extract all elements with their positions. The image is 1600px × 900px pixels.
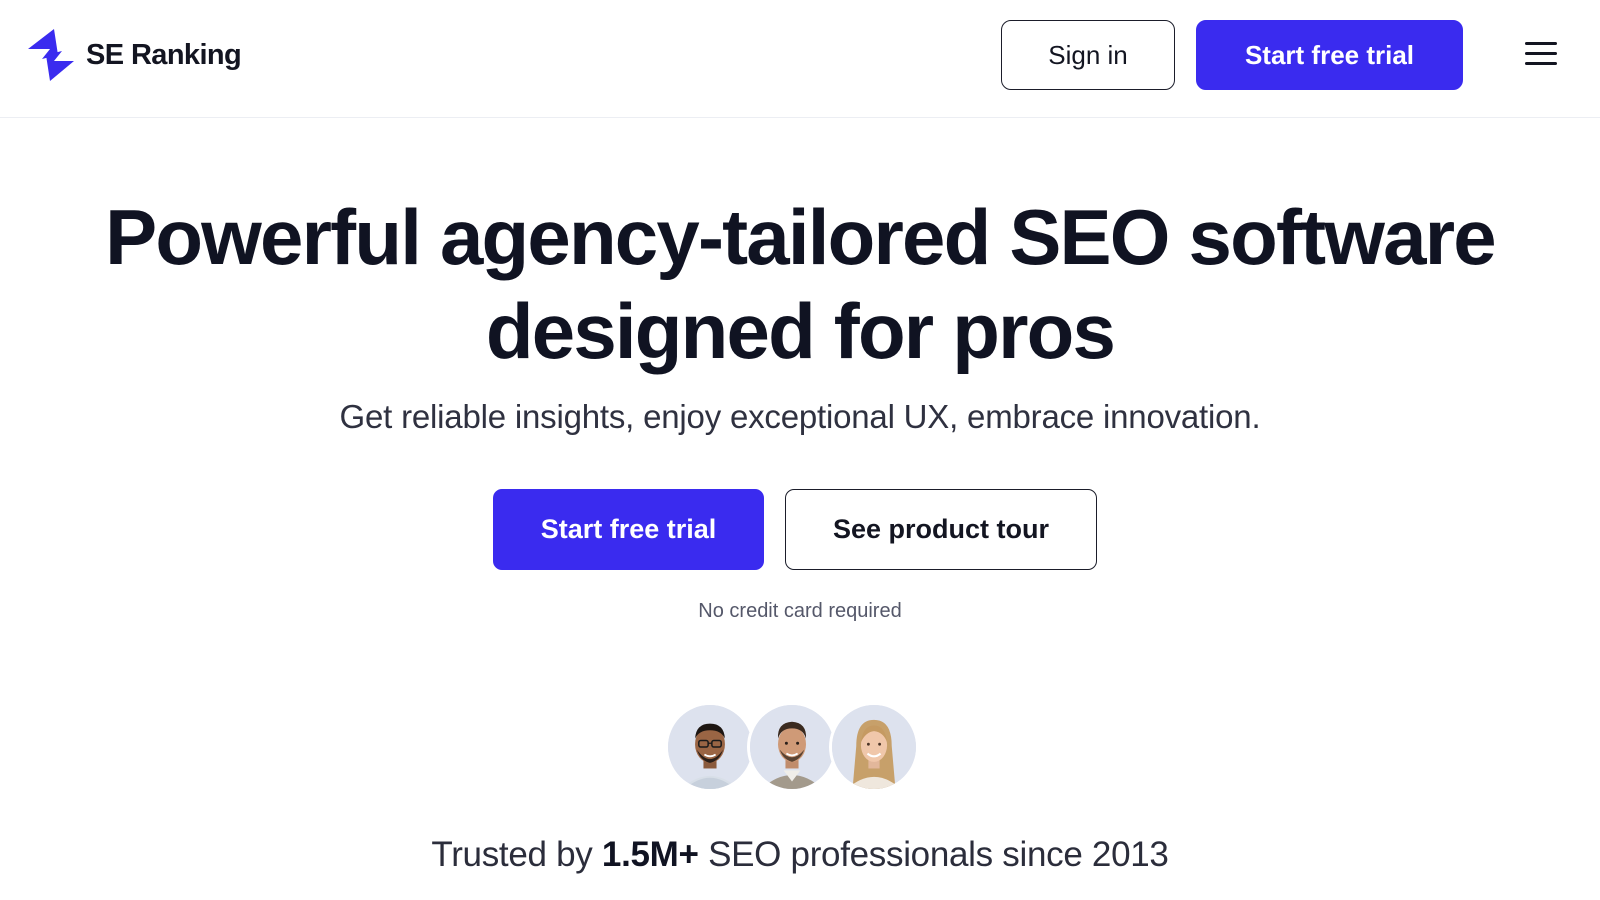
brand-logo[interactable]: SE Ranking xyxy=(28,28,242,82)
hero-title-line-1: Powerful agency-tailored SEO software xyxy=(105,193,1497,281)
no-credit-card-note: No credit card required xyxy=(698,600,902,622)
person-1-avatar xyxy=(665,702,755,792)
brand-name: SE Ranking xyxy=(86,38,242,71)
person-3-avatar xyxy=(829,702,919,792)
header-start-free-trial-button[interactable]: Start free trial xyxy=(1196,20,1463,90)
trusted-by-text: Trusted by 1.5M+ SEO professionals since… xyxy=(0,835,1600,875)
hero-start-free-trial-button[interactable]: Start free trial xyxy=(493,489,764,570)
person-2-avatar xyxy=(747,702,837,792)
site-header: SE Ranking Sign in Start free trial xyxy=(0,0,1600,118)
user-avatars xyxy=(665,702,919,792)
lightning-bolt-logo-icon xyxy=(28,29,74,81)
hero-title-line-2: designed for pros xyxy=(485,287,1116,375)
hamburger-menu-icon[interactable] xyxy=(1525,42,1559,68)
trusted-suffix: SEO professionals since 2013 xyxy=(708,835,1169,874)
see-product-tour-button[interactable]: See product tour xyxy=(785,489,1097,570)
sign-in-button[interactable]: Sign in xyxy=(1001,20,1175,90)
user-count-highlight: 1.5M+ xyxy=(601,835,699,874)
hero-title: Powerful agency-tailored SEO software de… xyxy=(0,190,1600,378)
hero-subtitle: Get reliable insights, enjoy exceptional… xyxy=(339,398,1261,435)
trusted-prefix: Trusted by xyxy=(431,835,593,874)
